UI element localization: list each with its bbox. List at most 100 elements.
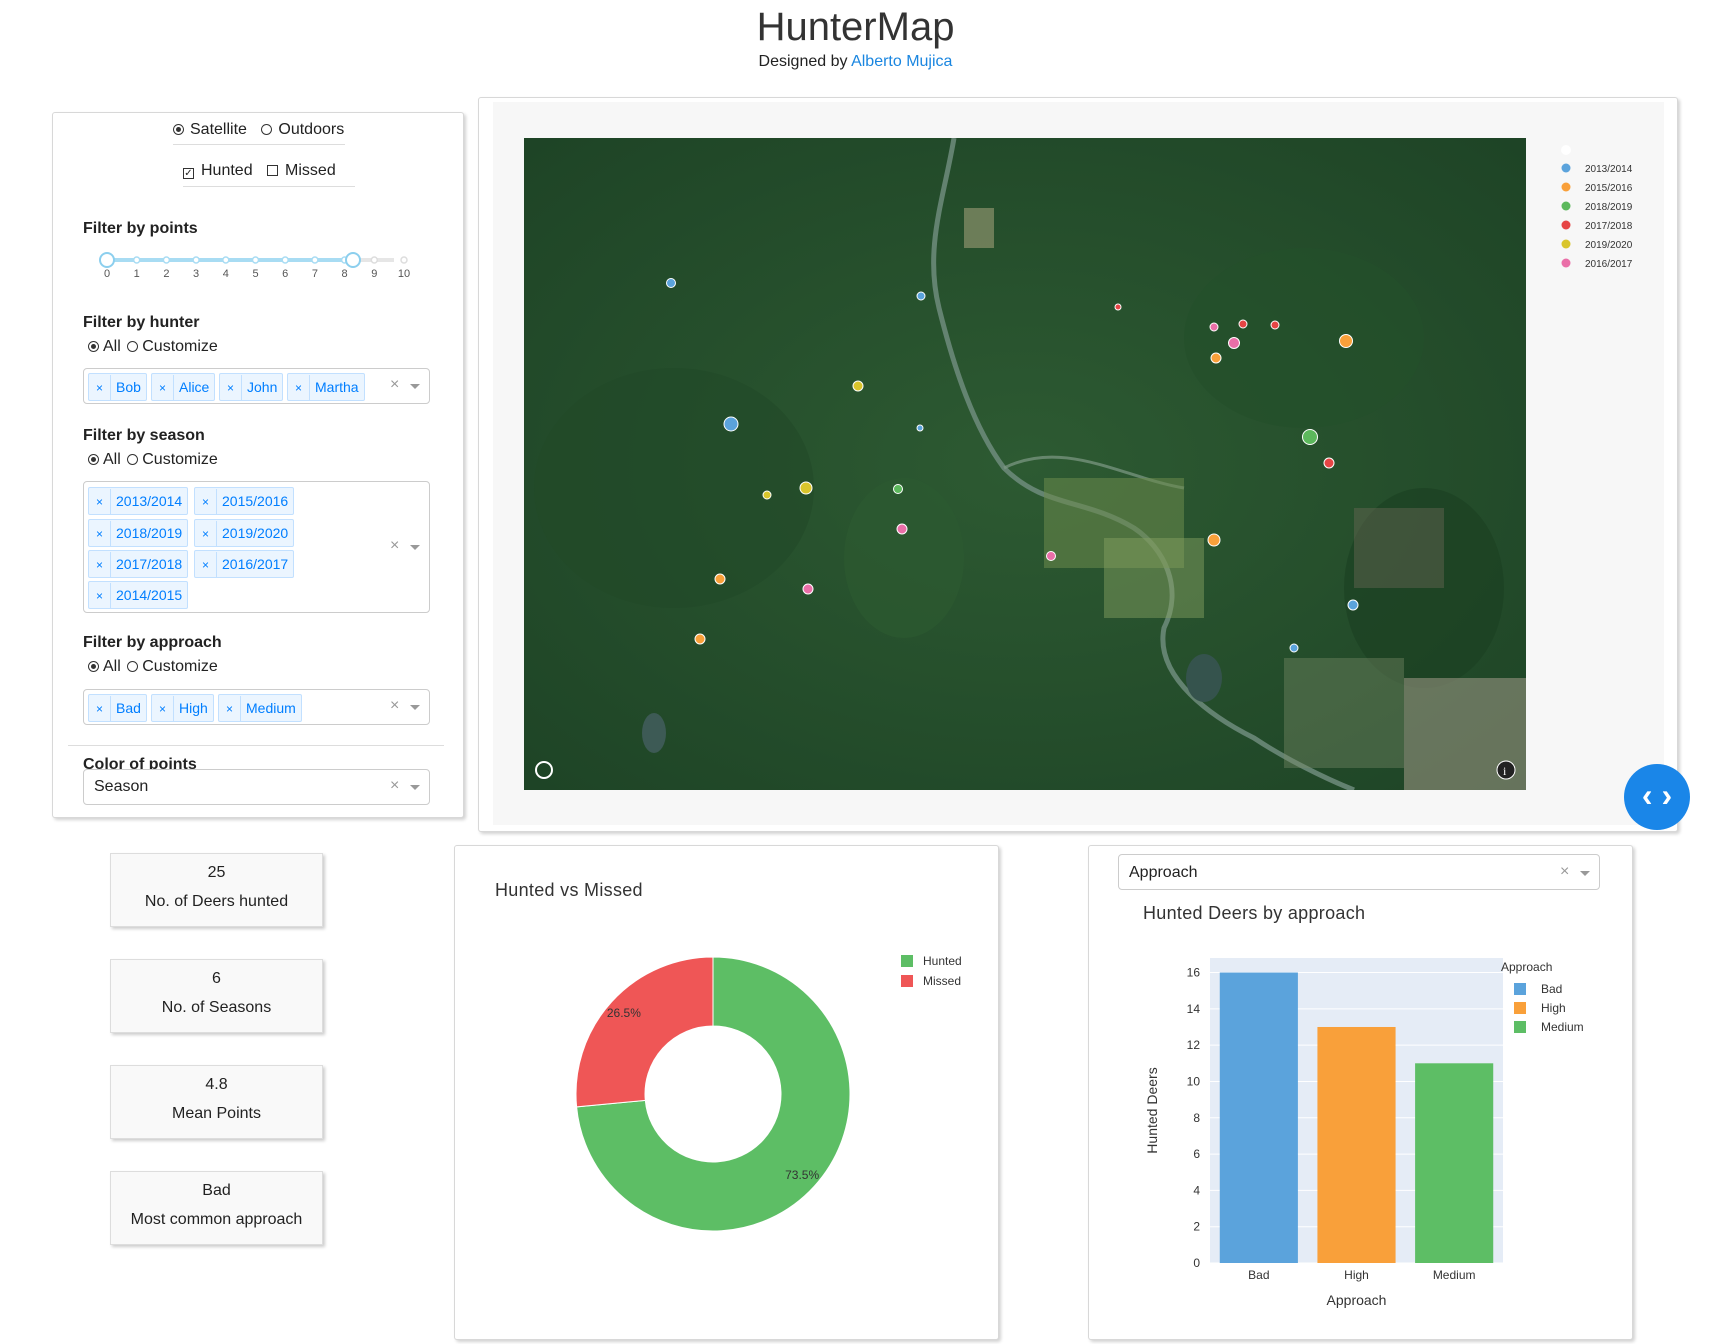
tag-john[interactable]: × John — [219, 373, 284, 401]
radio-customize[interactable]: Customize — [125, 658, 218, 675]
legend-swatch[interactable] — [1514, 983, 1526, 995]
pie-slice-missed[interactable] — [575, 956, 714, 1108]
radio-satellite[interactable]: Satellite — [173, 121, 247, 139]
legend-swatch[interactable] — [1514, 1021, 1526, 1033]
chevron-down-icon[interactable] — [410, 785, 420, 790]
radio-all[interactable]: All — [88, 451, 121, 468]
slider-handle-max[interactable] — [345, 252, 361, 268]
tag-alice[interactable]: × Alice — [151, 373, 216, 401]
donut-chart[interactable]: 73.5% 26.5% Hunted Missed — [455, 846, 1000, 1341]
legend-label[interactable]: High — [1541, 1001, 1566, 1015]
chevron-down-icon[interactable] — [410, 384, 420, 389]
legend-label[interactable]: Bad — [1541, 982, 1562, 996]
remove-icon[interactable]: × — [220, 375, 242, 401]
legend-label[interactable]: Hunted — [923, 954, 962, 968]
tag-season[interactable]: × 2014/2015 — [88, 581, 189, 609]
legend-label[interactable]: 2013/2014 — [1585, 164, 1633, 175]
tag-approach[interactable]: × Bad — [88, 694, 147, 722]
legend-marker[interactable] — [1561, 220, 1571, 230]
tag-martha[interactable]: × Martha — [287, 373, 365, 401]
author-link[interactable]: Alberto Mujica — [851, 53, 952, 70]
radio-outdoors[interactable]: Outdoors — [261, 121, 344, 139]
map-point[interactable] — [1207, 533, 1221, 547]
clear-icon[interactable]: × — [390, 537, 399, 555]
tag-season[interactable]: × 2017/2018 — [88, 550, 189, 578]
remove-icon[interactable]: × — [89, 552, 111, 578]
map-point[interactable] — [916, 291, 926, 301]
tag-season[interactable]: × 2015/2016 — [194, 487, 295, 515]
map-point[interactable] — [1347, 599, 1359, 611]
tag-approach[interactable]: × Medium — [218, 694, 302, 722]
tag-season[interactable]: × 2013/2014 — [88, 487, 189, 515]
remove-icon[interactable]: × — [152, 696, 174, 722]
remove-icon[interactable]: × — [89, 521, 111, 547]
legend-swatch[interactable] — [901, 955, 913, 967]
legend-marker[interactable] — [1561, 258, 1571, 268]
remove-icon[interactable]: × — [152, 375, 174, 401]
map-point[interactable] — [1046, 551, 1056, 561]
radio-all[interactable]: All — [88, 658, 121, 675]
slider-handle-min[interactable] — [99, 252, 115, 268]
legend-label[interactable]: 2015/2016 — [1585, 183, 1633, 194]
remove-icon[interactable]: × — [89, 583, 111, 609]
legend-label[interactable]: 2019/2020 — [1585, 240, 1633, 251]
legend-marker[interactable] — [1561, 182, 1571, 192]
tag-season[interactable]: × 2016/2017 — [194, 550, 295, 578]
bar-high[interactable] — [1317, 1026, 1396, 1263]
map-point[interactable] — [1238, 319, 1248, 329]
hunter-multiselect[interactable]: × Bob × Alice × John × Martha × — [83, 368, 430, 404]
checkbox-missed[interactable]: Missed — [267, 162, 336, 180]
legend-swatch[interactable] — [1514, 1002, 1526, 1014]
bar-medium[interactable] — [1415, 1063, 1494, 1263]
map-point[interactable] — [1114, 303, 1122, 311]
map-point[interactable] — [1339, 334, 1353, 348]
map-point[interactable] — [896, 523, 908, 535]
map-point[interactable] — [666, 278, 676, 288]
legend-label[interactable]: 2018/2019 — [1585, 202, 1633, 213]
legend-marker[interactable] — [1561, 163, 1571, 173]
chevron-down-icon[interactable] — [410, 705, 420, 710]
season-multiselect[interactable]: × 2013/2014 × 2015/2016 × 2018/2019 × 2019/2… — [83, 481, 430, 613]
legend-label[interactable]: Missed — [923, 974, 961, 988]
radio-customize[interactable]: Customize — [125, 338, 218, 355]
map-point[interactable] — [893, 484, 903, 494]
map-point[interactable] — [1302, 429, 1318, 445]
clear-icon[interactable]: × — [390, 376, 399, 394]
legend-marker[interactable] — [1561, 201, 1571, 211]
bar-bad[interactable] — [1219, 972, 1298, 1263]
legend-marker[interactable] — [1561, 239, 1571, 249]
approach-multiselect[interactable]: × Bad × High × Medium × — [83, 689, 430, 725]
map-point[interactable] — [1323, 457, 1335, 469]
chevron-down-icon[interactable] — [410, 545, 420, 550]
toggle-code-button[interactable]: ‹ › — [1624, 764, 1690, 830]
color-by-dropdown[interactable]: Season × — [83, 769, 430, 805]
map-point[interactable] — [1228, 337, 1240, 349]
legend-label[interactable]: 2017/2018 — [1585, 221, 1633, 232]
checkbox-hunted[interactable]: ✓ Hunted — [183, 162, 253, 180]
remove-icon[interactable]: × — [288, 375, 310, 401]
radio-customize[interactable]: Customize — [125, 451, 218, 468]
satellite-map[interactable]: i — [524, 138, 1526, 790]
map-point[interactable] — [1209, 322, 1219, 332]
tag-season[interactable]: × 2018/2019 — [88, 519, 189, 547]
map-point[interactable] — [1289, 643, 1299, 653]
map-point[interactable] — [714, 573, 726, 585]
bar-chart[interactable]: 0 2 4 6 8 10 12 14 16 Bad High Medium Approach Hunted… — [1089, 846, 1634, 1341]
remove-icon[interactable]: × — [195, 521, 217, 547]
map-point[interactable] — [694, 633, 706, 645]
map-point[interactable] — [802, 583, 814, 595]
legend-swatch[interactable] — [901, 975, 913, 987]
legend-label[interactable]: 2016/2017 — [1585, 259, 1633, 270]
tag-approach[interactable]: × High — [151, 694, 214, 722]
legend-label[interactable]: Medium — [1541, 1020, 1584, 1034]
tag-bob[interactable]: × Bob — [88, 373, 147, 401]
map-point[interactable] — [1270, 320, 1280, 330]
remove-icon[interactable]: × — [89, 375, 111, 401]
remove-icon[interactable]: × — [89, 696, 111, 722]
clear-icon[interactable]: × — [390, 697, 399, 715]
map-point[interactable] — [916, 424, 924, 432]
remove-icon[interactable]: × — [89, 489, 111, 515]
map-point[interactable] — [799, 481, 813, 495]
radio-all[interactable]: All — [88, 338, 121, 355]
map-point[interactable] — [852, 380, 864, 392]
